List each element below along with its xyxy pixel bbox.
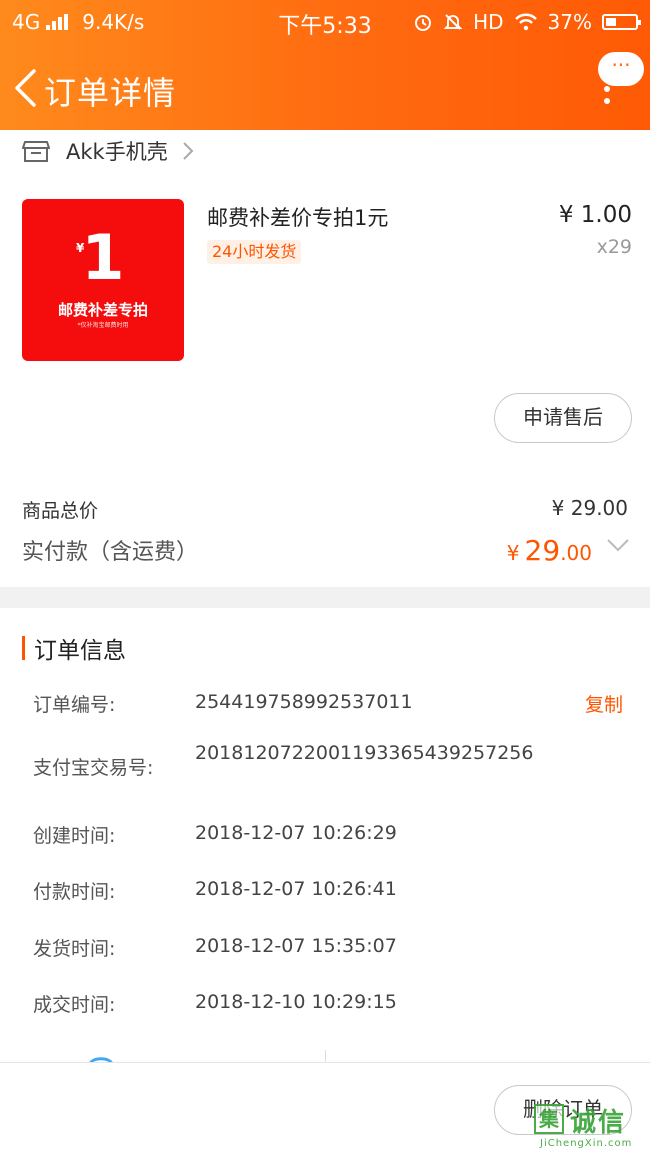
info-label: 成交时间: [33,994,116,1016]
page-title: 订单详情 [44,74,177,112]
info-value: 2018-12-07 10:26:41 [195,878,397,900]
paid-integer: 29 [524,534,561,567]
paid-currency: ¥ [506,541,520,565]
status-bar: 4G 9.4K/s 下午5:33 HD 37% [0,0,650,44]
paid-label: 实付款（含运费） [22,540,199,565]
product-image-label: 邮费补差专拍 [57,301,148,319]
back-arrow-icon[interactable] [12,68,38,108]
info-label: 创建时间: [33,825,116,847]
info-label: 订单编号: [33,694,116,716]
product-title[interactable]: 邮费补差价专拍1元 [207,202,388,232]
info-value: 254419758992537011 [195,691,413,713]
info-value: 2018-12-07 15:35:07 [195,935,397,957]
wifi-icon [514,13,537,31]
battery-percent: 37% [547,10,592,34]
chevron-down-icon[interactable] [606,538,630,552]
section-divider [0,587,650,608]
battery-level [606,18,617,26]
watermark-box: 集 [534,1104,564,1134]
info-label: 付款时间: [33,881,116,903]
paid-decimal: .00 [560,541,592,565]
watermark-text: 诚信 [570,1108,627,1138]
peek-divider [325,1050,326,1062]
battery-icon [602,14,641,30]
order-info-title: 订单信息 [34,638,126,664]
store-icon [22,141,50,162]
after-sale-button[interactable]: 申请售后 [494,393,632,443]
product-image-subtext: *仅补淘宝邮费时用 [77,322,129,329]
header: 4G 9.4K/s 下午5:33 HD 37% 订单详情 ··· [0,0,650,130]
shop-name: Akk手机壳 [66,140,168,164]
watermark-logo: 集 诚信 JiChengXin.com [532,1102,650,1155]
product-image[interactable]: ¥ 1 邮费补差专拍 *仅补淘宝邮费时用 [22,199,184,361]
info-label: 发货时间: [33,938,116,960]
nav-bar: 订单详情 ··· [0,52,650,124]
paid-value: ¥ 29.00 [507,534,592,567]
alarm-icon [415,15,432,31]
info-value: 2018-12-07 10:26:29 [195,822,397,844]
hd-label: HD [473,10,504,34]
heading-accent-bar [22,636,25,660]
product-image-number: 1 [81,221,125,294]
product-price: ¥ 1.00 [558,202,632,228]
info-label: 支付宝交易号: [33,757,154,779]
info-value: 2018-12-10 10:29:15 [195,991,397,1013]
watermark-url: JiChengXin.com [540,1138,633,1149]
status-right: HD 37% [413,10,641,34]
chevron-right-icon [182,142,194,160]
total-value: ¥ 29.00 [551,496,628,520]
more-vertical-icon[interactable] [601,80,613,134]
product-quantity: x29 [596,236,632,258]
copy-button[interactable]: 复制 [585,690,623,717]
shipping-tag: 24小时发货 [207,240,302,264]
order-info-heading: 订单信息 [22,634,126,664]
info-value: 2018120722001193365439257256 [195,742,534,764]
shop-link[interactable]: Akk手机壳 [22,135,194,167]
mute-bell-icon [443,14,463,30]
total-label: 商品总价 [22,500,99,522]
